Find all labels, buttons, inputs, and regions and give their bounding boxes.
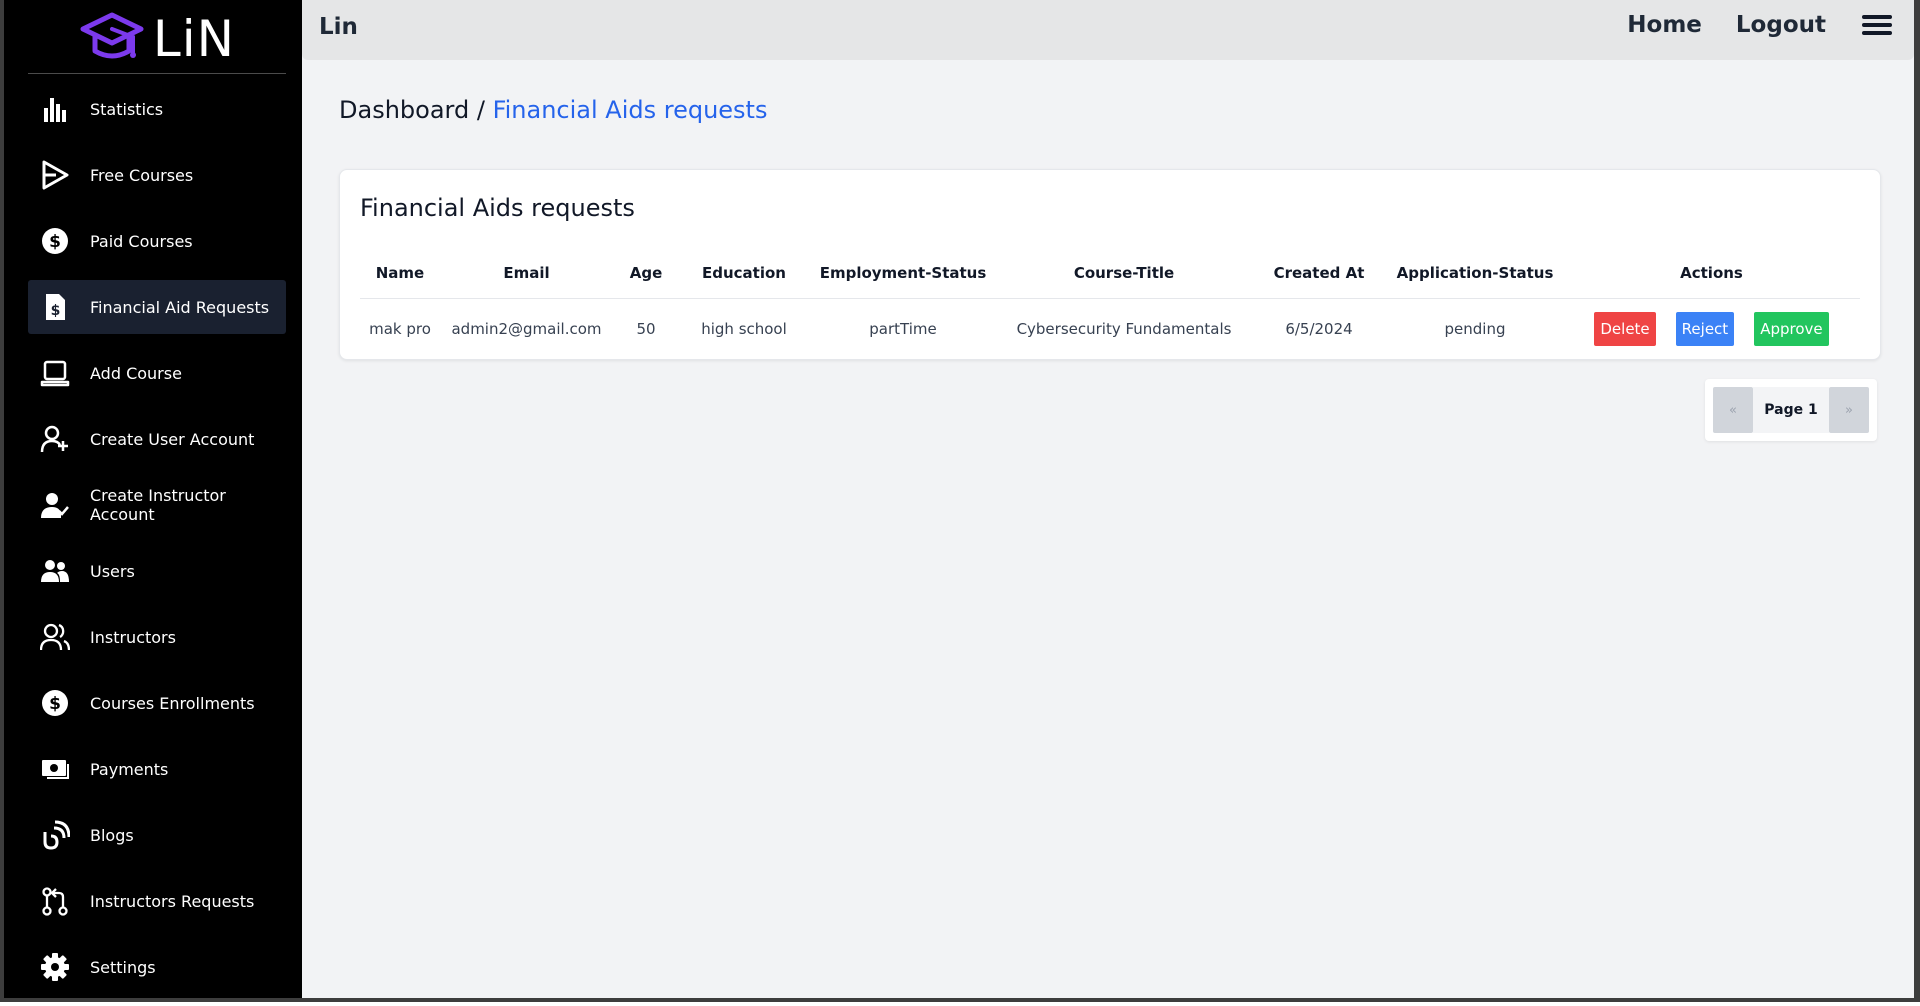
graduation-cap-icon [80,12,144,59]
svg-text:$: $ [51,303,61,319]
cell-course-title: Cybersecurity Fundamentals [1016,320,1232,338]
sidebar-item-label: Create Instructor Account [90,486,226,524]
svg-text:$: $ [49,694,61,714]
bar-chart-icon [40,94,70,124]
sidebar-item-paid-courses[interactable]: $ Paid Courses [28,214,286,268]
cell-created-at: 6/5/2024 [1285,320,1353,338]
cell-email: admin2@gmail.com [451,320,602,338]
top-links: Home Logout [1593,10,1892,40]
sidebar-item-courses-enrollments[interactable]: $ Courses Enrollments [28,676,286,730]
cell-name: mak pro [369,320,431,338]
sidebar-item-label: Create User Account [90,429,255,449]
column-header-email: Email [440,248,613,299]
dollar-icon: $ [40,226,70,256]
column-header-age: Age [613,248,679,299]
cell-application-status: pending [1444,320,1506,338]
breadcrumb-root[interactable]: Dashboard [339,96,469,124]
logo-text: LiN [152,10,236,68]
column-header-education: Education [679,248,809,299]
app-window: LiN Statistics Free Courses $ Paid Cours… [0,0,1920,1002]
menu-bar [1862,23,1892,27]
sidebar-item-free-courses[interactable]: Free Courses [28,148,286,202]
sidebar-item-label: Add Course [90,363,182,383]
column-header-application-status: Application-Status [1387,248,1563,299]
play-icon [40,160,70,190]
brand-title[interactable]: Lin [319,14,358,40]
column-header-name: Name [360,248,440,299]
breadcrumb-current[interactable]: Financial Aids requests [493,96,768,124]
sidebar-item-label: Users [90,561,135,581]
column-header-created-at: Created At [1251,248,1387,299]
cell-age: 50 [636,320,656,338]
breadcrumb-separator: / [469,96,493,124]
menu-bar [1862,31,1892,35]
users-icon [40,556,70,586]
home-link[interactable]: Home [1627,12,1702,38]
sidebar-item-settings[interactable]: Settings [28,940,286,994]
dollar-icon: $ [40,688,70,718]
sidebar-item-blogs[interactable]: Blogs [28,808,286,862]
menu-bar [1862,15,1892,19]
logout-link[interactable]: Logout [1736,12,1826,38]
sidebar-item-label: Instructors [90,627,176,647]
reject-button[interactable]: Reject [1675,312,1735,346]
breadcrumb: Dashboard / Financial Aids requests [339,96,767,124]
main-content: Lin Home Logout Dashboard / Financial Ai… [302,0,1914,998]
git-pull-request-icon [40,886,70,916]
sidebar-item-financial-aid-requests[interactable]: $ Financial Aid Requests [28,280,286,334]
sidebar-item-users[interactable]: Users [28,544,286,598]
sidebar-item-create-instructor-account[interactable]: Create Instructor Account [28,478,286,532]
column-header-actions: Actions [1563,248,1860,299]
sidebar: LiN Statistics Free Courses $ Paid Cours… [4,0,302,998]
sidebar-item-label: Blogs [90,825,134,845]
sidebar-item-payments[interactable]: Payments [28,742,286,796]
requests-card: Financial Aids requests Name Email Age E… [339,169,1881,360]
sidebar-item-label: Free Courses [90,165,194,185]
current-page-label: Page 1 [1753,387,1829,433]
sidebar-item-label: Payments [90,759,169,779]
delete-button[interactable]: Delete [1594,312,1656,346]
cell-education: high school [701,320,787,338]
cell-employment-status: partTime [869,320,937,338]
user-plus-icon [40,424,70,454]
cell-actions: Delete Reject Approve [1563,299,1860,360]
card-title: Financial Aids requests [360,194,635,222]
requests-table: Name Email Age Education Employment-Stat… [360,248,1860,359]
column-header-course-title: Course-Title [997,248,1251,299]
dollar-file-icon: $ [40,292,70,322]
sidebar-item-label: Courses Enrollments [90,693,255,713]
previous-page-button[interactable]: « [1713,387,1753,433]
pagination: « Page 1 » [1705,379,1877,441]
sidebar-item-statistics[interactable]: Statistics [28,82,286,136]
next-page-button[interactable]: » [1829,387,1869,433]
sidebar-item-instructors-requests[interactable]: Instructors Requests [28,874,286,928]
users-outline-icon [40,622,70,652]
svg-text:$: $ [49,232,61,252]
sidebar-item-instructors[interactable]: Instructors [28,610,286,664]
logo[interactable]: LiN [28,6,286,72]
sidebar-item-create-user-account[interactable]: Create User Account [28,412,286,466]
sidebar-item-label: Settings [90,957,156,977]
sidebar-item-label: Instructors Requests [90,891,255,911]
sidebar-item-label: Financial Aid Requests [90,297,270,317]
money-bill-icon [40,754,70,784]
sidebar-nav: Statistics Free Courses $ Paid Courses $… [28,82,286,1006]
approve-button[interactable]: Approve [1754,312,1829,346]
table-header-row: Name Email Age Education Employment-Stat… [360,248,1860,299]
top-navbar: Lin Home Logout [302,0,1914,60]
table-row: mak pro admin2@gmail.com 50 high school … [360,299,1860,360]
divider [28,73,286,74]
gear-icon [40,952,70,982]
hamburger-menu-icon[interactable] [1862,10,1892,40]
laptop-icon [40,358,70,388]
sidebar-item-label: Paid Courses [90,231,193,251]
sidebar-item-add-course[interactable]: Add Course [28,346,286,400]
blog-icon [40,820,70,850]
column-header-employment-status: Employment-Status [809,248,997,299]
pagination-controls: « Page 1 » [1713,387,1869,433]
sidebar-item-label: Statistics [90,99,164,119]
user-check-icon [40,490,70,520]
